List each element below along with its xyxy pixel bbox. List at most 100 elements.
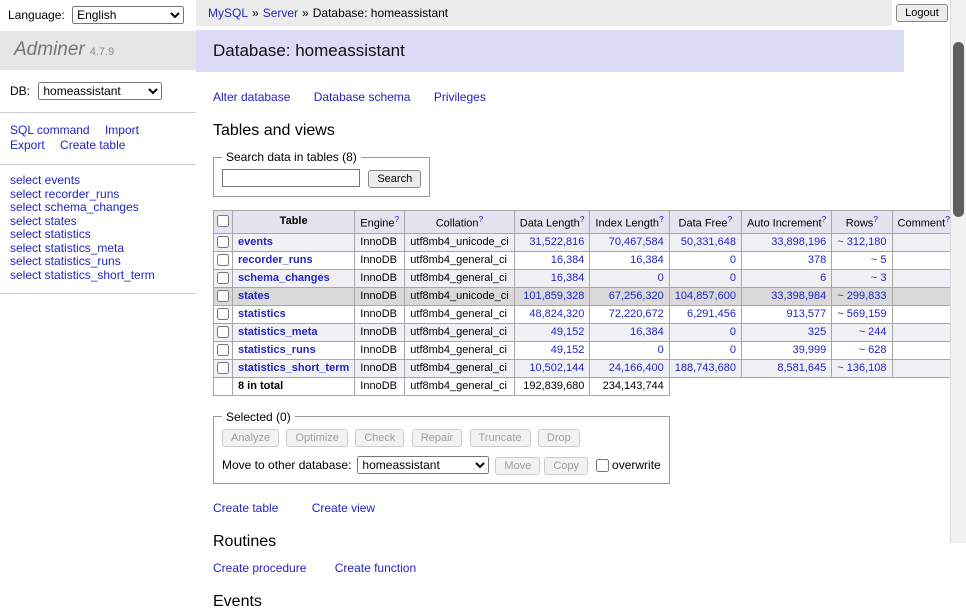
index-length-link[interactable]: 67,256,320	[609, 290, 664, 302]
auto-increment-link[interactable]: 33,898,196	[771, 236, 826, 248]
data-length-link[interactable]: 101,859,328	[523, 290, 584, 302]
data-free-link[interactable]: 188,743,680	[675, 362, 736, 374]
breadcrumb-link-server[interactable]: Server	[263, 6, 298, 20]
index-length-link[interactable]: 16,384	[630, 254, 664, 266]
table-link[interactable]: events	[238, 236, 273, 248]
row-checkbox[interactable]	[217, 326, 229, 338]
data-length-link[interactable]: 10,502,144	[529, 362, 584, 374]
rows-count-link[interactable]: ~ 628	[859, 344, 887, 356]
data-free-link[interactable]: 0	[730, 254, 736, 266]
create-view-link[interactable]: Create view	[312, 501, 375, 515]
rows-count-link[interactable]: ~ 312,180	[837, 236, 886, 248]
data-length-link[interactable]: 16,384	[551, 272, 585, 284]
create-table-link[interactable]: Create table	[213, 501, 278, 515]
index-length-link[interactable]: 16,384	[630, 326, 664, 338]
auto-increment-link[interactable]: 913,577	[787, 308, 827, 320]
table-link[interactable]: states	[238, 290, 270, 302]
index-length-link[interactable]: 0	[658, 272, 664, 284]
help-link-icon[interactable]: ?	[479, 214, 484, 224]
data-length-link[interactable]: 49,152	[551, 344, 585, 356]
row-checkbox[interactable]	[217, 344, 229, 356]
db-select[interactable]: homeassistant	[38, 82, 162, 100]
analyze-button[interactable]: Analyze	[222, 429, 279, 447]
table-link[interactable]: recorder_runs	[238, 254, 313, 266]
data-free-link[interactable]: 0	[730, 272, 736, 284]
sidebar-item-select-states[interactable]: select states	[10, 215, 186, 229]
move-button[interactable]: Move	[495, 457, 540, 475]
optimize-button[interactable]: Optimize	[286, 429, 347, 447]
repair-button[interactable]: Repair	[412, 429, 462, 447]
data-free-link[interactable]: 0	[730, 344, 736, 356]
table-link[interactable]: statistics_short_term	[238, 362, 349, 374]
index-length-link[interactable]: 72,220,672	[609, 308, 664, 320]
data-length-link[interactable]: 48,824,320	[529, 308, 584, 320]
row-checkbox[interactable]	[217, 308, 229, 320]
index-length-link[interactable]: 24,166,400	[609, 362, 664, 374]
data-length-link[interactable]: 16,384	[551, 254, 585, 266]
row-checkbox[interactable]	[217, 254, 229, 266]
auto-increment-link[interactable]: 6	[820, 272, 826, 284]
auto-increment-link[interactable]: 33,398,984	[771, 290, 826, 302]
table-link[interactable]: statistics_runs	[238, 344, 316, 356]
data-free-link[interactable]: 0	[730, 326, 736, 338]
help-link-icon[interactable]: ?	[659, 214, 664, 224]
language-select[interactable]: English	[72, 6, 184, 24]
index-length-link[interactable]: 70,467,584	[609, 236, 664, 248]
data-free-link[interactable]: 50,331,648	[681, 236, 736, 248]
sidebar-link-sql-command[interactable]: SQL command	[10, 123, 90, 137]
search-button[interactable]: Search	[368, 170, 421, 188]
sidebar-item-select-events[interactable]: select events	[10, 174, 186, 188]
rows-count-link[interactable]: ~ 569,159	[837, 308, 886, 320]
rows-count-link[interactable]: ~ 136,108	[837, 362, 886, 374]
sidebar-link-export[interactable]: Export	[10, 138, 45, 152]
sidebar-item-select-statistics-runs[interactable]: select statistics_runs	[10, 255, 186, 269]
sidebar-item-select-statistics-meta[interactable]: select statistics_meta	[10, 242, 186, 256]
auto-increment-link[interactable]: 325	[808, 326, 826, 338]
check-button[interactable]: Check	[355, 429, 404, 447]
privileges-link[interactable]: Privileges	[434, 90, 486, 104]
logout-button[interactable]: Logout	[896, 4, 948, 22]
data-length-link[interactable]: 31,522,816	[529, 236, 584, 248]
copy-button[interactable]: Copy	[544, 457, 588, 475]
help-link-icon[interactable]: ?	[395, 214, 400, 224]
help-link-icon[interactable]: ?	[873, 214, 878, 224]
create-procedure-link[interactable]: Create procedure	[213, 561, 306, 575]
database-schema-link[interactable]: Database schema	[314, 90, 411, 104]
sidebar-item-select-statistics[interactable]: select statistics	[10, 228, 186, 242]
sidebar-item-select-statistics-short-term[interactable]: select statistics_short_term	[10, 269, 186, 283]
select-all-checkbox[interactable]	[217, 215, 229, 227]
adminer-logo-link[interactable]: Adminer	[14, 39, 85, 60]
data-length-link[interactable]: 49,152	[551, 326, 585, 338]
auto-increment-link[interactable]: 39,999	[793, 344, 827, 356]
table-link[interactable]: statistics	[238, 308, 286, 320]
table-link[interactable]: statistics_meta	[238, 326, 318, 338]
rows-count-link[interactable]: ~ 244	[859, 326, 887, 338]
rows-count-link[interactable]: ~ 299,833	[837, 290, 886, 302]
row-checkbox[interactable]	[217, 272, 229, 284]
alter-database-link[interactable]: Alter database	[213, 90, 290, 104]
vertical-scrollbar[interactable]	[950, 0, 966, 543]
move-db-select[interactable]: homeassistant	[357, 456, 489, 474]
sidebar-item-select-recorder-runs[interactable]: select recorder_runs	[10, 188, 186, 202]
truncate-button[interactable]: Truncate	[470, 429, 531, 447]
data-free-link[interactable]: 104,857,600	[675, 290, 736, 302]
row-checkbox[interactable]	[217, 362, 229, 374]
drop-button[interactable]: Drop	[538, 429, 580, 447]
search-input[interactable]	[222, 169, 360, 187]
sidebar-item-select-schema-changes[interactable]: select schema_changes	[10, 201, 186, 215]
sidebar-link-create-table[interactable]: Create table	[60, 138, 125, 152]
help-link-icon[interactable]: ?	[727, 214, 732, 224]
help-link-icon[interactable]: ?	[580, 214, 585, 224]
auto-increment-link[interactable]: 378	[808, 254, 826, 266]
data-free-link[interactable]: 6,291,456	[687, 308, 736, 320]
index-length-link[interactable]: 0	[658, 344, 664, 356]
rows-count-link[interactable]: ~ 5	[871, 254, 887, 266]
table-link[interactable]: schema_changes	[238, 272, 330, 284]
breadcrumb-link-mysql[interactable]: MySQL	[208, 6, 248, 20]
overwrite-checkbox[interactable]	[596, 459, 609, 472]
scrollbar-thumb[interactable]	[953, 42, 964, 217]
auto-increment-link[interactable]: 8,581,645	[777, 362, 826, 374]
rows-count-link[interactable]: ~ 3	[871, 272, 887, 284]
create-function-link[interactable]: Create function	[335, 561, 416, 575]
sidebar-link-import[interactable]: Import	[105, 123, 139, 137]
